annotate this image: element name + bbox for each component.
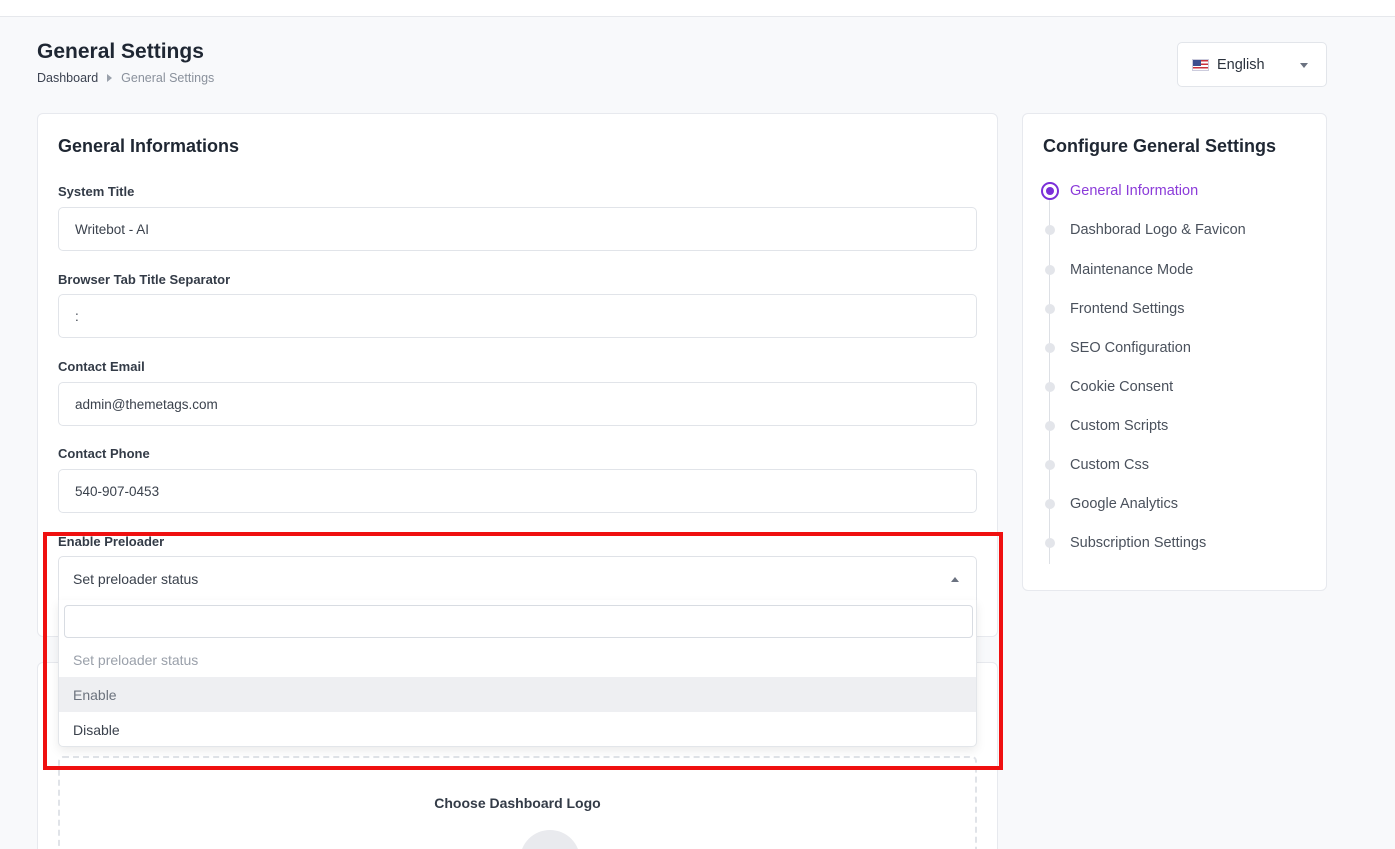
sidebar-item-label: Subscription Settings xyxy=(1070,535,1207,551)
breadcrumb-current: General Settings xyxy=(121,71,215,85)
enable-preloader-label: Enable Preloader xyxy=(58,534,165,549)
step-dot-icon xyxy=(1045,304,1055,314)
tab-title-separator-label: Browser Tab Title Separator xyxy=(58,272,231,287)
sidebar-title: Configure General Settings xyxy=(1043,136,1277,156)
active-step-icon xyxy=(1041,182,1059,200)
sidebar-item-label: SEO Configuration xyxy=(1070,340,1191,356)
sidebar-item-label: Frontend Settings xyxy=(1070,301,1185,317)
breadcrumb-separator-icon xyxy=(107,74,113,82)
language-selected-label: English xyxy=(1217,56,1265,73)
step-dot-icon xyxy=(1045,382,1055,392)
breadcrumb: Dashboard General Settings xyxy=(37,71,214,85)
contact-phone-label: Contact Phone xyxy=(58,446,150,461)
dropdown-option-enable[interactable]: Enable xyxy=(59,677,976,712)
sidebar-item-label: Dashborad Logo & Favicon xyxy=(1070,222,1246,238)
system-title-label: System Title xyxy=(58,184,135,199)
page-title: General Settings xyxy=(37,40,204,63)
preloader-dropdown: Set preloader status Enable Disable xyxy=(58,600,977,747)
chevron-up-icon xyxy=(951,577,959,582)
step-dot-icon xyxy=(1045,460,1055,470)
top-bar xyxy=(0,0,1395,17)
configure-settings-card: Configure General Settings General Infor… xyxy=(1022,113,1327,591)
sidebar-item-label: Custom Css xyxy=(1070,457,1149,473)
language-selector[interactable]: English xyxy=(1177,42,1327,87)
preloader-selected-value: Set preloader status xyxy=(73,570,199,587)
preloader-select[interactable]: Set preloader status xyxy=(58,556,977,601)
sidebar-item-label: Maintenance Mode xyxy=(1070,262,1194,278)
chevron-down-icon xyxy=(1300,63,1308,68)
dropzone-title: Choose Dashboard Logo xyxy=(434,795,601,811)
step-dot-icon xyxy=(1045,421,1055,431)
sidebar-item-label: General Information xyxy=(1070,183,1199,199)
step-dot-icon xyxy=(1045,265,1055,275)
dropdown-search-input[interactable] xyxy=(64,605,973,638)
us-flag-icon xyxy=(1192,58,1209,71)
contact-phone-input[interactable]: 540-907-0453 xyxy=(58,469,977,513)
contact-email-input[interactable]: admin@themetags.com xyxy=(58,382,977,426)
step-dot-icon xyxy=(1045,538,1055,548)
contact-email-label: Contact Email xyxy=(58,359,145,374)
sidebar-item-label: Cookie Consent xyxy=(1070,379,1174,395)
step-dot-icon xyxy=(1045,499,1055,509)
dashboard-logo-dropzone[interactable]: Choose Dashboard Logo xyxy=(58,756,977,849)
dropdown-option-disable[interactable]: Disable xyxy=(59,712,976,747)
sidebar-item-label: Custom Scripts xyxy=(1070,418,1169,434)
upload-icon xyxy=(520,830,580,849)
step-dot-icon xyxy=(1045,343,1055,353)
breadcrumb-dashboard-link[interactable]: Dashboard xyxy=(37,71,98,85)
sidebar-item-label: Google Analytics xyxy=(1070,496,1179,512)
dropdown-option-placeholder[interactable]: Set preloader status xyxy=(59,642,976,677)
card-title: General Informations xyxy=(58,136,240,156)
tab-title-separator-input[interactable]: : xyxy=(58,294,977,338)
step-dot-icon xyxy=(1045,225,1055,235)
system-title-input[interactable]: Writebot - AI xyxy=(58,207,977,251)
